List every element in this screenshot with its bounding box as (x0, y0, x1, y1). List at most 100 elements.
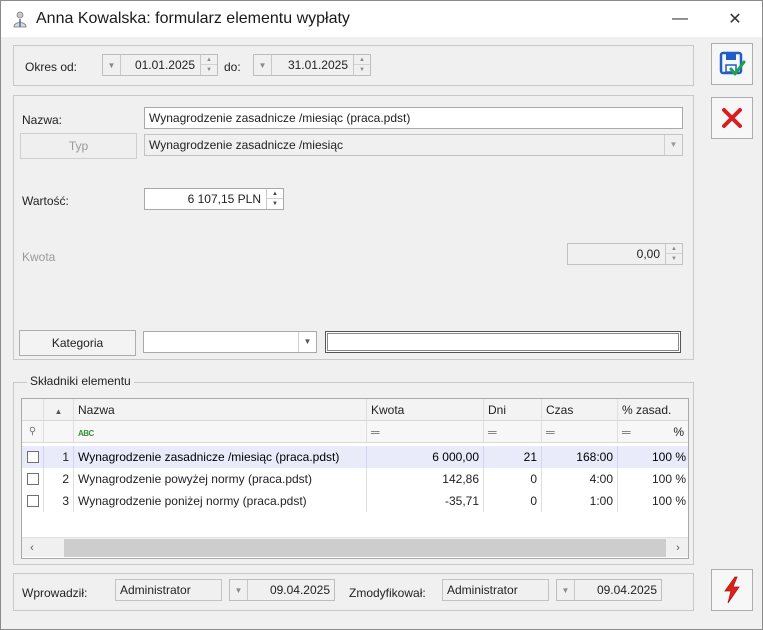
scrollbar-thumb[interactable] (64, 539, 666, 557)
equals-icon: ═ (546, 425, 555, 439)
filter-clear-icon[interactable]: ⚲ (22, 421, 44, 443)
type-select-value: Wynagrodzenie zasadnicze /miesiąc (149, 138, 343, 152)
col-no-header[interactable]: ▲ (44, 399, 74, 421)
scroll-right-icon[interactable]: › (668, 538, 688, 558)
close-icon: ✕ (728, 11, 742, 28)
chevron-down-icon[interactable]: ▼ (254, 55, 272, 75)
value-label: Wartość: (22, 194, 69, 208)
window-title: Anna Kowalska: formularz elementu wypłat… (36, 10, 350, 27)
filter-no[interactable] (44, 421, 74, 443)
row-pct: 100 % (651, 472, 686, 486)
modified-date-value: 09.04.2025 (596, 583, 657, 597)
row-name: Wynagrodzenie poniżej normy (praca.pdst) (74, 490, 367, 512)
equals-icon: ═ (622, 425, 631, 439)
table-row[interactable]: 3 Wynagrodzenie poniżej normy (praca.pds… (22, 490, 688, 512)
table-row[interactable]: 1 Wynagrodzenie zasadnicze /miesiąc (pra… (22, 446, 688, 468)
row-time: 168:00 (542, 446, 618, 468)
footer-panel: Wprowadził: Administrator ▼ 09.04.2025 Z… (13, 573, 694, 611)
row-checkbox[interactable] (22, 490, 44, 512)
cancel-icon (722, 108, 742, 128)
grid-filter-row: ⚲ ABC ═ ═ ═ ═ % (22, 421, 688, 443)
chevron-down-icon: ▼ (230, 580, 248, 600)
col-pct-header[interactable]: % zasad. (618, 399, 688, 421)
amount-label: Kwota (22, 250, 56, 264)
row-days: 0 (484, 468, 542, 490)
chevron-down-icon[interactable]: ▼ (103, 55, 121, 75)
row-days: 21 (484, 446, 542, 468)
close-window-button[interactable]: ✕ (712, 1, 758, 37)
chevron-down-icon[interactable]: ▼ (664, 135, 682, 155)
app-icon (13, 11, 27, 28)
dialog-window: Anna Kowalska: formularz elementu wypłat… (0, 0, 763, 630)
row-checkbox[interactable] (22, 446, 44, 468)
row-time: 4:00 (542, 468, 618, 490)
col-amount-header[interactable]: Kwota (367, 399, 484, 421)
chevron-down-icon: ▼ (557, 580, 575, 600)
row-amount: -35,71 (367, 490, 484, 512)
filter-time[interactable]: ═ (542, 421, 618, 443)
modified-date: ▼ 09.04.2025 (556, 579, 662, 601)
type-select[interactable]: Wynagrodzenie zasadnicze /miesiąc ▼ (144, 134, 683, 156)
col-time-header[interactable]: Czas (542, 399, 618, 421)
entered-label: Wprowadził: (22, 586, 88, 600)
save-button[interactable] (711, 43, 753, 85)
name-input[interactable]: Wynagrodzenie zasadnicze /miesiąc (praca… (144, 107, 683, 129)
horizontal-scrollbar[interactable]: ‹ › (22, 537, 688, 557)
row-pct: 100 % (651, 494, 686, 508)
amount-input[interactable]: 0,00 ▲ ▼ (567, 243, 683, 265)
element-panel: Nazwa: Wynagrodzenie zasadnicze /miesiąc… (13, 95, 694, 360)
category-button[interactable]: Kategoria (19, 330, 136, 356)
period-to-date[interactable]: ▼ 31.01.2025 ▲ ▼ (253, 54, 371, 76)
category-description[interactable] (325, 331, 681, 353)
period-from-date[interactable]: ▼ 01.01.2025 ▲ ▼ (102, 54, 218, 76)
sort-up-icon: ▲ (54, 407, 63, 416)
action-button[interactable] (711, 569, 753, 611)
type-button[interactable]: Typ (20, 133, 137, 159)
value-spinner[interactable]: ▲ ▼ (266, 189, 283, 209)
name-label: Nazwa: (22, 113, 63, 127)
equals-icon: ═ (371, 425, 380, 439)
filter-name[interactable]: ABC (74, 421, 367, 443)
minimize-icon: — (672, 10, 688, 27)
row-amount: 142,86 (367, 468, 484, 490)
save-icon (719, 51, 746, 76)
row-no: 1 (44, 446, 74, 468)
grid-header: ▲ Nazwa Kwota Dni Czas % zasad. (22, 399, 688, 421)
minimize-button[interactable]: — (657, 1, 703, 37)
row-name: Wynagrodzenie zasadnicze /miesiąc (praca… (74, 446, 367, 468)
title-bar: Anna Kowalska: formularz elementu wypłat… (1, 1, 762, 37)
period-from-label: Okres od: (25, 60, 78, 74)
period-to-label: do: (224, 60, 241, 74)
scroll-left-icon[interactable]: ‹ (22, 538, 42, 558)
filter-pct[interactable]: ═ % (618, 421, 688, 443)
period-from-value: 01.01.2025 (134, 58, 195, 72)
value-input[interactable]: 6 107,15 PLN ▲ ▼ (144, 188, 284, 210)
filter-amount[interactable]: ═ (367, 421, 484, 443)
modified-label: Zmodyfikował: (349, 586, 426, 600)
chevron-down-icon[interactable]: ▼ (298, 332, 316, 352)
lightning-icon (724, 576, 740, 604)
text-filter-icon: ABC (78, 429, 94, 438)
equals-icon: ═ (488, 425, 497, 439)
col-checkbox-header[interactable] (22, 399, 44, 421)
filter-days[interactable]: ═ (484, 421, 542, 443)
components-group-title: Składniki elementu (27, 374, 134, 388)
col-name-header[interactable]: Nazwa (74, 399, 367, 421)
amount-spinner[interactable]: ▲ ▼ (665, 244, 682, 264)
entered-by-field: Administrator (115, 579, 222, 601)
entered-date: ▼ 09.04.2025 (229, 579, 335, 601)
cancel-button[interactable] (711, 97, 753, 139)
col-days-header[interactable]: Dni (484, 399, 542, 421)
table-row[interactable]: 2 Wynagrodzenie powyżej normy (praca.pds… (22, 468, 688, 490)
row-no: 2 (44, 468, 74, 490)
period-from-spinner[interactable]: ▲ ▼ (200, 55, 217, 75)
period-to-spinner[interactable]: ▲ ▼ (353, 55, 370, 75)
period-panel: Okres od: ▼ 01.01.2025 ▲ ▼ do: ▼ 31.01.20… (13, 45, 694, 86)
percent-sign: % (673, 425, 684, 439)
row-checkbox[interactable] (22, 468, 44, 490)
row-amount: 6 000,00 (367, 446, 484, 468)
entered-date-value: 09.04.2025 (269, 583, 330, 597)
row-days: 0 (484, 490, 542, 512)
category-select[interactable]: ▼ (143, 331, 317, 353)
row-name: Wynagrodzenie powyżej normy (praca.pdst) (74, 468, 367, 490)
